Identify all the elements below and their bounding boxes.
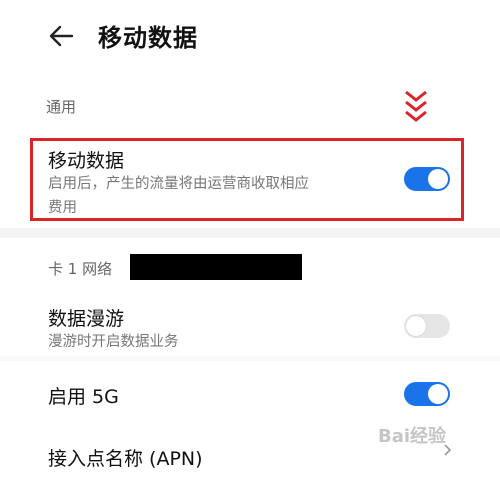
- sim1-network-label: 卡 1 网络: [48, 260, 113, 278]
- enable-5g-title: 启用 5G: [48, 386, 119, 408]
- highlight-box: [30, 138, 464, 221]
- apn-title: 接入点名称 (APN): [48, 448, 203, 470]
- row-divider: [0, 356, 500, 362]
- section-label-general: 通用: [46, 98, 77, 116]
- header-bar: 移动数据: [0, 0, 500, 70]
- toggle-knob: [428, 384, 448, 404]
- back-arrow-icon[interactable]: [46, 20, 78, 52]
- data-roaming-subtitle: 漫游时开启数据业务: [48, 334, 179, 350]
- annotation-arrow-icon: [402, 90, 430, 124]
- page-title: 移动数据: [98, 24, 198, 52]
- watermark-logo: Bai经验: [378, 426, 447, 447]
- enable-5g-toggle[interactable]: [404, 382, 450, 406]
- section-divider: [0, 228, 500, 238]
- redacted-block: [130, 254, 302, 280]
- data-roaming-toggle[interactable]: [404, 314, 450, 338]
- toggle-knob: [406, 316, 426, 336]
- data-roaming-title: 数据漫游: [48, 308, 125, 330]
